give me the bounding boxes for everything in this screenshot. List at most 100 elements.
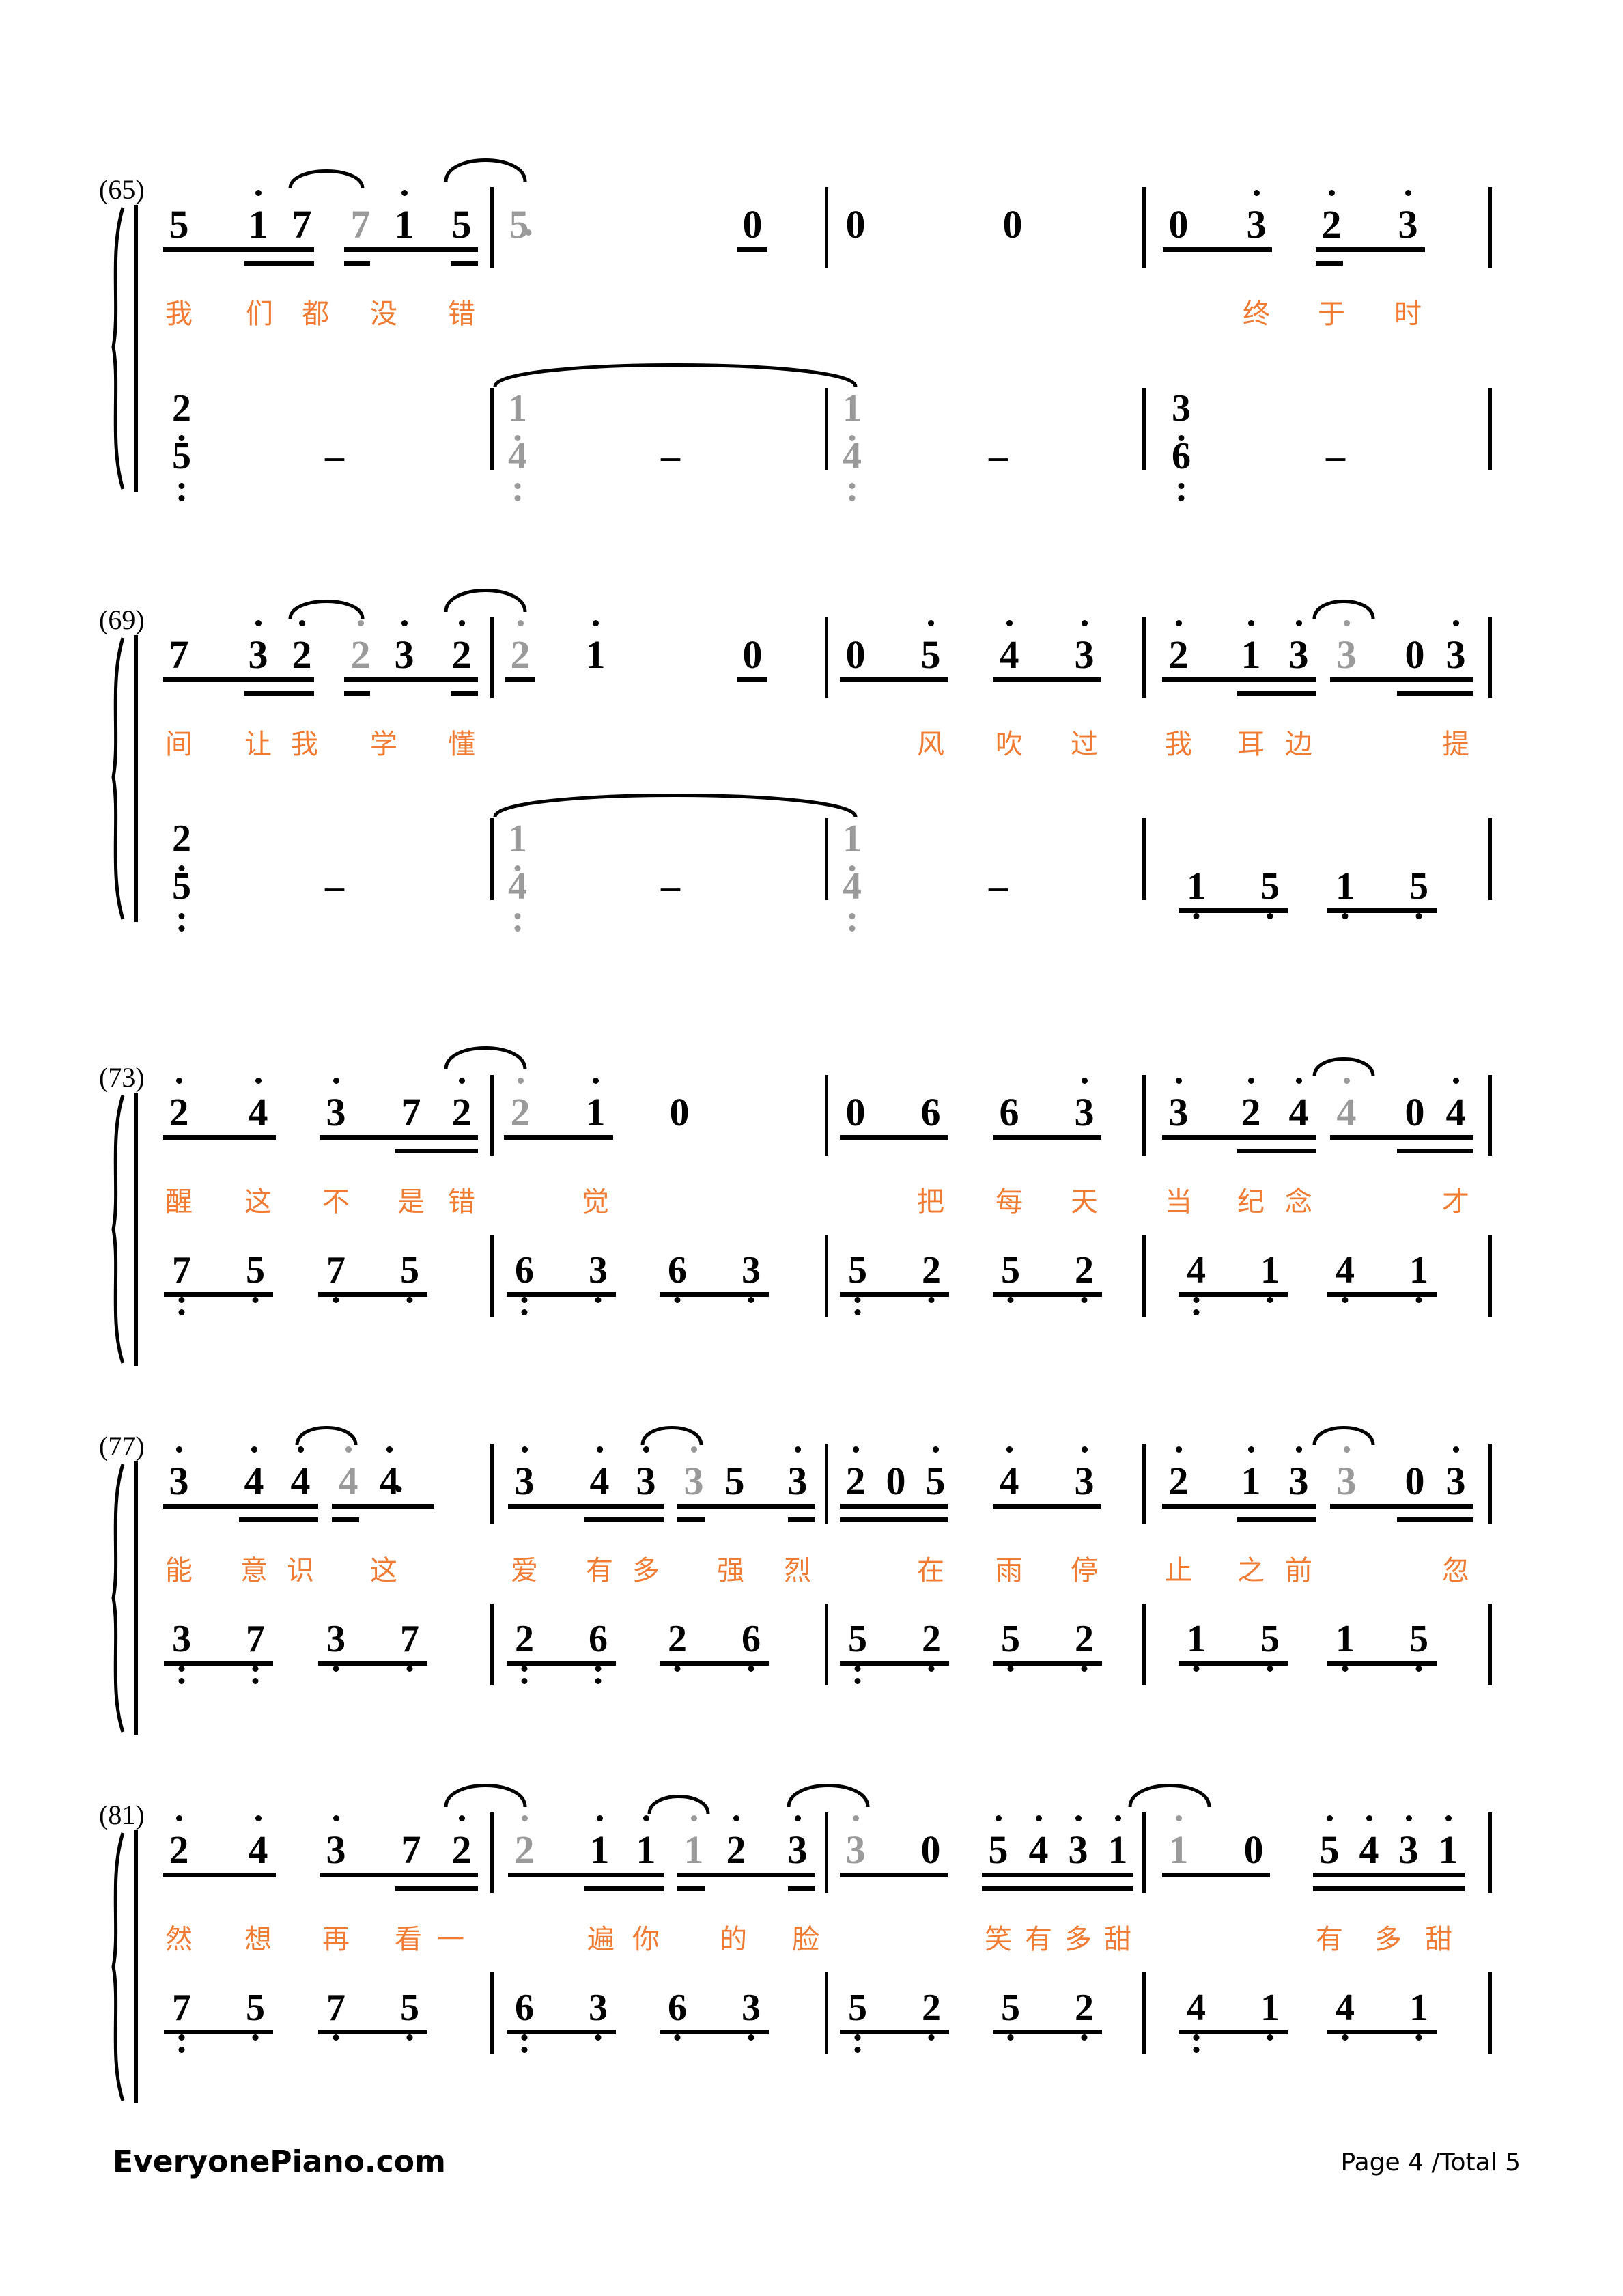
- note-number: 1: [1107, 1828, 1128, 1872]
- octave-dot-down-icon: [406, 1297, 413, 1303]
- octave-dot-up-icon: [401, 190, 408, 196]
- bass-note-tied: 4: [508, 437, 527, 501]
- slur: [288, 163, 365, 190]
- beam: [660, 1292, 769, 1297]
- site-brand[interactable]: EveryonePiano.com: [113, 2144, 446, 2179]
- octave-dot-down-icon: [1415, 913, 1422, 919]
- beam-secondary: [344, 691, 370, 696]
- barline: [825, 388, 828, 470]
- beam: [1327, 1292, 1437, 1297]
- octave-dot-down-icon: [178, 483, 185, 489]
- bass-note: 2: [922, 1620, 941, 1672]
- slur: [787, 1776, 870, 1808]
- note: 4: [590, 1446, 610, 1501]
- note-tied: 3: [1337, 620, 1357, 675]
- note-number: 5: [509, 202, 529, 247]
- octave-dot-down-icon: [514, 495, 521, 501]
- barline: [1488, 617, 1492, 698]
- beam-secondary: [451, 261, 478, 266]
- octave-dot-down-icon: [1007, 1297, 1014, 1303]
- octave-dot-down-icon: [595, 2034, 602, 2041]
- note: 3: [515, 1446, 535, 1501]
- lyric: 时: [1394, 298, 1422, 330]
- system-3: (73) 2 4 3 7 2 2 1 0 0 6 6 3 3 2 4 4 0 4…: [0, 1046, 1623, 1366]
- beam: [737, 247, 767, 252]
- lyric: 觉: [582, 1186, 609, 1218]
- note: 4: [1359, 1815, 1379, 1870]
- note-tied: 1: [1169, 1815, 1189, 1870]
- bass-note: 6: [589, 1620, 608, 1684]
- beam: [840, 2030, 949, 2034]
- note-number: 0: [1405, 1459, 1425, 1503]
- measure-number-81: (81): [99, 1800, 145, 1830]
- octave-dot-down-icon: [849, 925, 856, 932]
- octave-dot-up-icon: [1081, 620, 1088, 626]
- lyric: 甜: [1425, 1924, 1452, 1955]
- octave-dot-up-icon: [592, 1078, 599, 1084]
- note: 3: [1168, 1078, 1189, 1134]
- note-number: 2: [451, 1828, 472, 1872]
- octave-dot-up-icon: [852, 1446, 859, 1453]
- bass-dash: –: [325, 435, 344, 477]
- octave-dot-down-icon: [1007, 1666, 1014, 1672]
- note-number: 0: [742, 202, 763, 247]
- note: 3: [1446, 620, 1466, 675]
- note-number: 3: [1288, 1459, 1309, 1503]
- octave-dot-up-icon: [1247, 1446, 1254, 1453]
- octave-dot-down-icon: [178, 2047, 185, 2053]
- note-number: 4: [999, 632, 1019, 677]
- octave-dot-up-icon: [1175, 1815, 1182, 1821]
- note-number: 2: [510, 1090, 531, 1134]
- octave-dot-down-icon: [854, 1297, 861, 1303]
- lyric: 都: [302, 298, 329, 330]
- note-number: 7: [401, 1090, 421, 1134]
- bass-dash: –: [989, 435, 1008, 477]
- lyric: 错: [448, 1186, 475, 1218]
- note-number: 4: [244, 1459, 264, 1503]
- beam: [993, 677, 1101, 682]
- lyric: 有: [586, 1555, 613, 1586]
- lyric: 看: [395, 1924, 422, 1955]
- beam: [163, 677, 314, 682]
- beam-secondary: [332, 1517, 359, 1522]
- note: 3: [788, 1815, 808, 1870]
- bass-note: 5: [1001, 1251, 1020, 1303]
- note-number: 3: [248, 632, 268, 677]
- beam: [508, 1873, 664, 1877]
- beam: [1179, 1661, 1288, 1666]
- octave-dot-up-icon: [596, 1815, 603, 1821]
- beam-secondary: [1397, 1517, 1473, 1522]
- beam: [1330, 677, 1473, 682]
- lyric: 的: [720, 1924, 747, 1955]
- beam-secondary: [395, 1886, 478, 1891]
- octave-dot-down-icon: [178, 1666, 185, 1672]
- octave-dot-up-icon: [1445, 1815, 1452, 1821]
- note: 0: [1405, 1461, 1425, 1501]
- octave-dot-down-icon: [406, 1666, 413, 1672]
- octave-dot-down-icon: [1342, 2034, 1349, 2041]
- note-tied: 7: [351, 205, 371, 244]
- lyric: 能: [165, 1555, 193, 1586]
- note: 4: [1289, 1078, 1309, 1132]
- octave-dot-down-icon: [854, 2047, 861, 2053]
- bass-note: 1: [1409, 1251, 1428, 1303]
- note-number: 2: [169, 1828, 189, 1872]
- note: 0: [1169, 205, 1189, 244]
- beam: [840, 1661, 949, 1666]
- octave-dot-down-icon: [1267, 1666, 1273, 1672]
- octave-dot-up-icon: [333, 1078, 339, 1084]
- note: 6: [921, 1093, 941, 1132]
- bass-dash: –: [989, 865, 1008, 908]
- bass-note: 2: [922, 1251, 941, 1303]
- note-number: 7: [350, 202, 371, 247]
- note: 4: [1000, 1446, 1019, 1501]
- note: 3: [1069, 1815, 1088, 1870]
- bass-note: 1: [1260, 1251, 1280, 1303]
- slur: [444, 150, 527, 183]
- beam: [677, 1873, 815, 1877]
- note-number: 3: [1168, 1090, 1189, 1134]
- octave-dot-up-icon: [1006, 620, 1013, 626]
- beam-secondary: [677, 1517, 705, 1522]
- bass-note: 7: [326, 1251, 345, 1303]
- beam: [344, 677, 478, 682]
